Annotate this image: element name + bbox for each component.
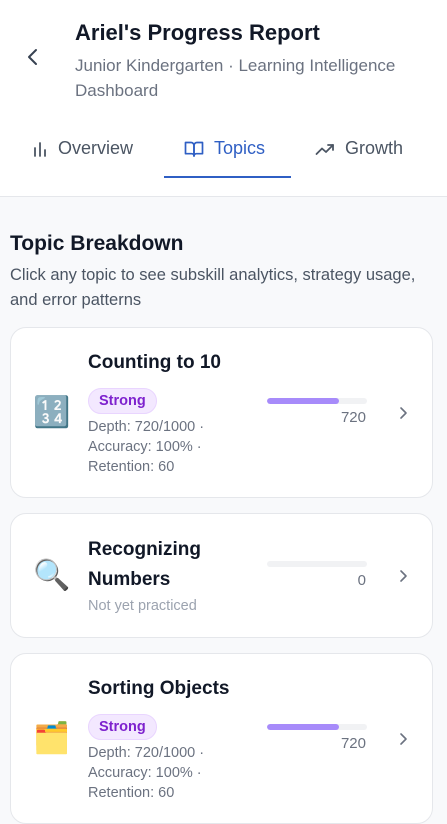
tab-growth[interactable]: Growth xyxy=(315,126,403,178)
retention-metric: Retention: 60 xyxy=(88,459,175,475)
page-subtitle: Junior Kindergarten · Learning Intellige… xyxy=(75,56,396,100)
progress-bar-fill xyxy=(267,398,339,404)
topic-metrics: Depth: 720/1000 · Accuracy: 100% · Reten… xyxy=(88,743,238,803)
progress-value: 0 xyxy=(357,572,366,589)
section-description: Click any topic to see subskill analytic… xyxy=(10,266,416,309)
tab-overview[interactable]: Overview xyxy=(32,126,133,178)
bar-chart-icon xyxy=(34,142,46,157)
topic-card-recognizing[interactable]: 🔍 Recognizing Numbers Not yet practiced … xyxy=(10,513,433,638)
chevron-left-icon xyxy=(28,49,37,65)
accuracy-metric: Accuracy: 100% · xyxy=(88,439,202,455)
topic-card-sorting[interactable]: 🗂️ Sorting Objects Strong Depth: 720/100… xyxy=(10,653,433,824)
progress-bar xyxy=(267,398,367,404)
progress-bar xyxy=(267,561,367,567)
progress-bar-fill xyxy=(267,724,339,730)
tab-growth-label: Growth xyxy=(345,138,404,158)
magnifier-icon: 🔍 xyxy=(33,559,71,592)
topic-name: Counting to 10 xyxy=(88,352,221,373)
topic-name: Recognizing Numbers xyxy=(88,539,201,590)
trending-up-icon xyxy=(315,144,334,155)
tab-overview-label: Overview xyxy=(58,138,134,158)
accuracy-metric: Accuracy: 100% · xyxy=(88,765,202,781)
chevron-right-icon xyxy=(400,733,407,745)
tab-topics-label: Topics xyxy=(214,138,266,158)
depth-metric: Depth: 720/1000 · xyxy=(88,745,205,761)
folder-icon: 🗂️ xyxy=(33,722,71,755)
chevron-right-icon xyxy=(400,570,407,582)
progress-value: 720 xyxy=(340,735,366,752)
status-badge: Strong xyxy=(88,714,157,740)
status-badge: Strong xyxy=(88,388,157,414)
back-button[interactable] xyxy=(22,46,44,68)
chevron-right-icon xyxy=(400,407,407,419)
tab-bar: Overview Topics Growth xyxy=(0,126,447,178)
tab-topics[interactable]: Topics xyxy=(184,126,265,178)
topic-name: Sorting Objects xyxy=(88,678,230,699)
topic-card-counting[interactable]: 🔢 Counting to 10 Strong Depth: 720/1000 … xyxy=(10,327,433,498)
book-open-icon xyxy=(184,141,204,157)
section-title: Topic Breakdown xyxy=(10,232,184,255)
numbers-icon: 🔢 xyxy=(33,396,71,429)
active-tab-indicator xyxy=(164,176,291,178)
depth-metric: Depth: 720/1000 · xyxy=(88,419,205,435)
retention-metric: Retention: 60 xyxy=(88,785,175,801)
header: Ariel's Progress Report Junior Kindergar… xyxy=(0,0,447,197)
progress-value: 720 xyxy=(340,409,366,426)
page-title: Ariel's Progress Report xyxy=(75,20,320,45)
topic-status: Not yet practiced xyxy=(88,598,197,614)
topic-metrics: Depth: 720/1000 · Accuracy: 100% · Reten… xyxy=(88,417,238,477)
progress-bar xyxy=(267,724,367,730)
